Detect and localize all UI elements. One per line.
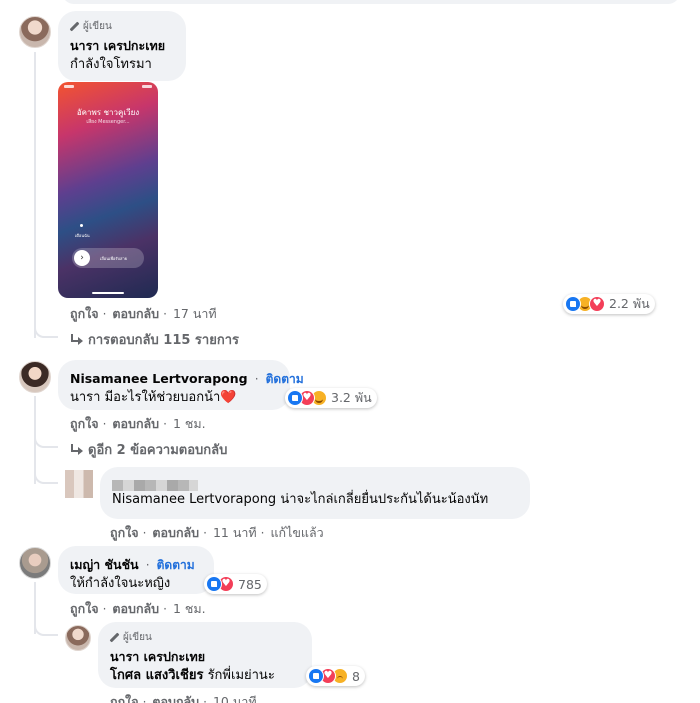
thread-curve: [34, 320, 58, 338]
comment-time[interactable]: 1 ชม.: [173, 601, 206, 616]
like-reaction-icon: [287, 390, 303, 406]
reaction-count: 2.2 พัน: [609, 296, 650, 311]
comment-author[interactable]: นารา เครปกะเทย: [70, 36, 174, 56]
like-button[interactable]: ถูกใจ: [110, 525, 139, 540]
reply-bubble: ผู้เขียน นารา เครปกะเทย โกศล แสงวิเชียร …: [98, 622, 312, 688]
avatar[interactable]: [19, 16, 51, 48]
reply-actions: ถูกใจ · ตอบกลับ · 11 นาที · แก้ไขแล้ว: [110, 525, 324, 540]
home-indicator: [92, 292, 124, 294]
censored-author-name: [112, 480, 198, 491]
reply-text: รักพี่เมย่านะ: [207, 668, 275, 683]
like-button[interactable]: ถูกใจ: [70, 306, 99, 321]
comment-actions: ถูกใจ · ตอบกลับ · 17 นาที: [70, 306, 217, 321]
comment-author[interactable]: Nisamanee Lertvorapong: [70, 371, 248, 386]
caller-sub: เสียง Messenger...: [86, 119, 130, 125]
comment-author[interactable]: เมญ่า ชันชัน: [70, 557, 139, 572]
comment-time[interactable]: 1 ชม.: [173, 416, 206, 431]
follow-button[interactable]: ติดตาม: [266, 372, 304, 386]
reply-arrow-icon: [70, 443, 83, 456]
attachment-image[interactable]: อัคาพร ชาวคูเวียง เสียง Messenger... เตื…: [58, 82, 158, 298]
reaction-summary[interactable]: 8: [306, 666, 365, 686]
reply-text: น่าจะไกล่เกลี่ยยื่นประกันได้นะน้องนัท: [280, 492, 489, 507]
like-reaction-icon: [308, 668, 324, 684]
reaction-count: 3.2 พัน: [331, 390, 372, 405]
like-button[interactable]: ถูกใจ: [70, 416, 99, 431]
edited-label: แก้ไขแล้ว: [270, 525, 324, 540]
reply-bubble: Nisamanee Lertvorapong น่าจะไกล่เกลี่ยยื…: [100, 467, 530, 519]
like-button[interactable]: ถูกใจ: [110, 694, 139, 703]
reply-time[interactable]: 11 นาที: [213, 525, 257, 540]
comment-bubble: เมญ่า ชันชัน · ติดตาม ให้กำลังใจนะหญิง: [58, 546, 214, 594]
thread-line: [34, 52, 36, 338]
reply-button[interactable]: ตอบกลับ: [112, 601, 159, 616]
avatar[interactable]: [65, 625, 91, 651]
reply-button[interactable]: ตอบกลับ: [152, 694, 199, 703]
comment-text: นารา มีอะไรให้ช่วยบอกน้า❤️: [70, 390, 237, 405]
comment-bubble: Nisamanee Lertvorapong · ติดตาม นารา มีอ…: [58, 360, 304, 410]
reaction-count: 785: [238, 576, 262, 592]
status-bar: [64, 85, 152, 90]
reply-arrow-icon: [70, 333, 83, 346]
reply-button[interactable]: ตอบกลับ: [112, 306, 159, 321]
comment-time[interactable]: 17 นาที: [173, 306, 217, 321]
reply-button[interactable]: ตอบกลับ: [112, 416, 159, 431]
mention-tag[interactable]: Nisamanee Lertvorapong: [112, 492, 276, 507]
reaction-summary[interactable]: 785: [204, 574, 267, 594]
author-badge: ผู้เขียน: [70, 19, 174, 34]
slide-label: เลื่อนเพื่อรับสาย: [100, 256, 128, 261]
reaction-summary[interactable]: 2.2 พัน: [563, 294, 655, 314]
comment-bubble: ผู้เขียน นารา เครปกะเทย กำลังใจโทรมา: [58, 11, 186, 81]
mention-tag[interactable]: โกศล แสงวิเชียร: [110, 668, 203, 683]
reply-author[interactable]: นารา เครปกะเทย: [110, 647, 300, 667]
remind-icon: [80, 224, 83, 227]
pencil-icon: [110, 633, 119, 642]
comment-actions: ถูกใจ · ตอบกลับ · 1 ชม.: [70, 416, 206, 431]
follow-button[interactable]: ติดตาม: [157, 558, 195, 572]
avatar[interactable]: [19, 547, 51, 579]
pencil-icon: [70, 22, 79, 31]
comment-actions: ถูกใจ · ตอบกลับ · 1 ชม.: [70, 601, 206, 616]
remind-label: เตือนฉัน: [75, 233, 90, 238]
thread-curve: [34, 618, 58, 636]
reply-button[interactable]: ตอบกลับ: [152, 525, 199, 540]
reply-time[interactable]: 10 นาที: [213, 694, 257, 703]
like-button[interactable]: ถูกใจ: [70, 601, 99, 616]
view-replies-link[interactable]: การตอบกลับ 115 รายการ: [70, 329, 239, 350]
reply-actions: ถูกใจ · ตอบกลับ · 10 นาที: [110, 692, 259, 703]
comment-text: กำลังใจโทรมา: [70, 57, 152, 72]
heart-reaction-icon: [589, 296, 605, 312]
view-more-replies-link[interactable]: ดูอีก 2 ข้อความตอบกลับ: [70, 439, 227, 460]
thread-curve: [34, 466, 58, 484]
author-badge: ผู้เขียน: [110, 630, 300, 645]
avatar[interactable]: [19, 361, 51, 393]
thread-curve: [34, 430, 58, 448]
like-reaction-icon: [565, 296, 581, 312]
chevron-right-icon: ›: [74, 250, 90, 266]
avatar[interactable]: [65, 470, 93, 498]
comment-text: ให้กำลังใจนะหญิง: [70, 576, 171, 591]
like-reaction-icon: [206, 576, 222, 592]
reaction-summary[interactable]: 3.2 พัน: [285, 388, 377, 408]
previous-comment-bubble: [0, 0, 700, 5]
reaction-count: 8: [352, 668, 360, 684]
